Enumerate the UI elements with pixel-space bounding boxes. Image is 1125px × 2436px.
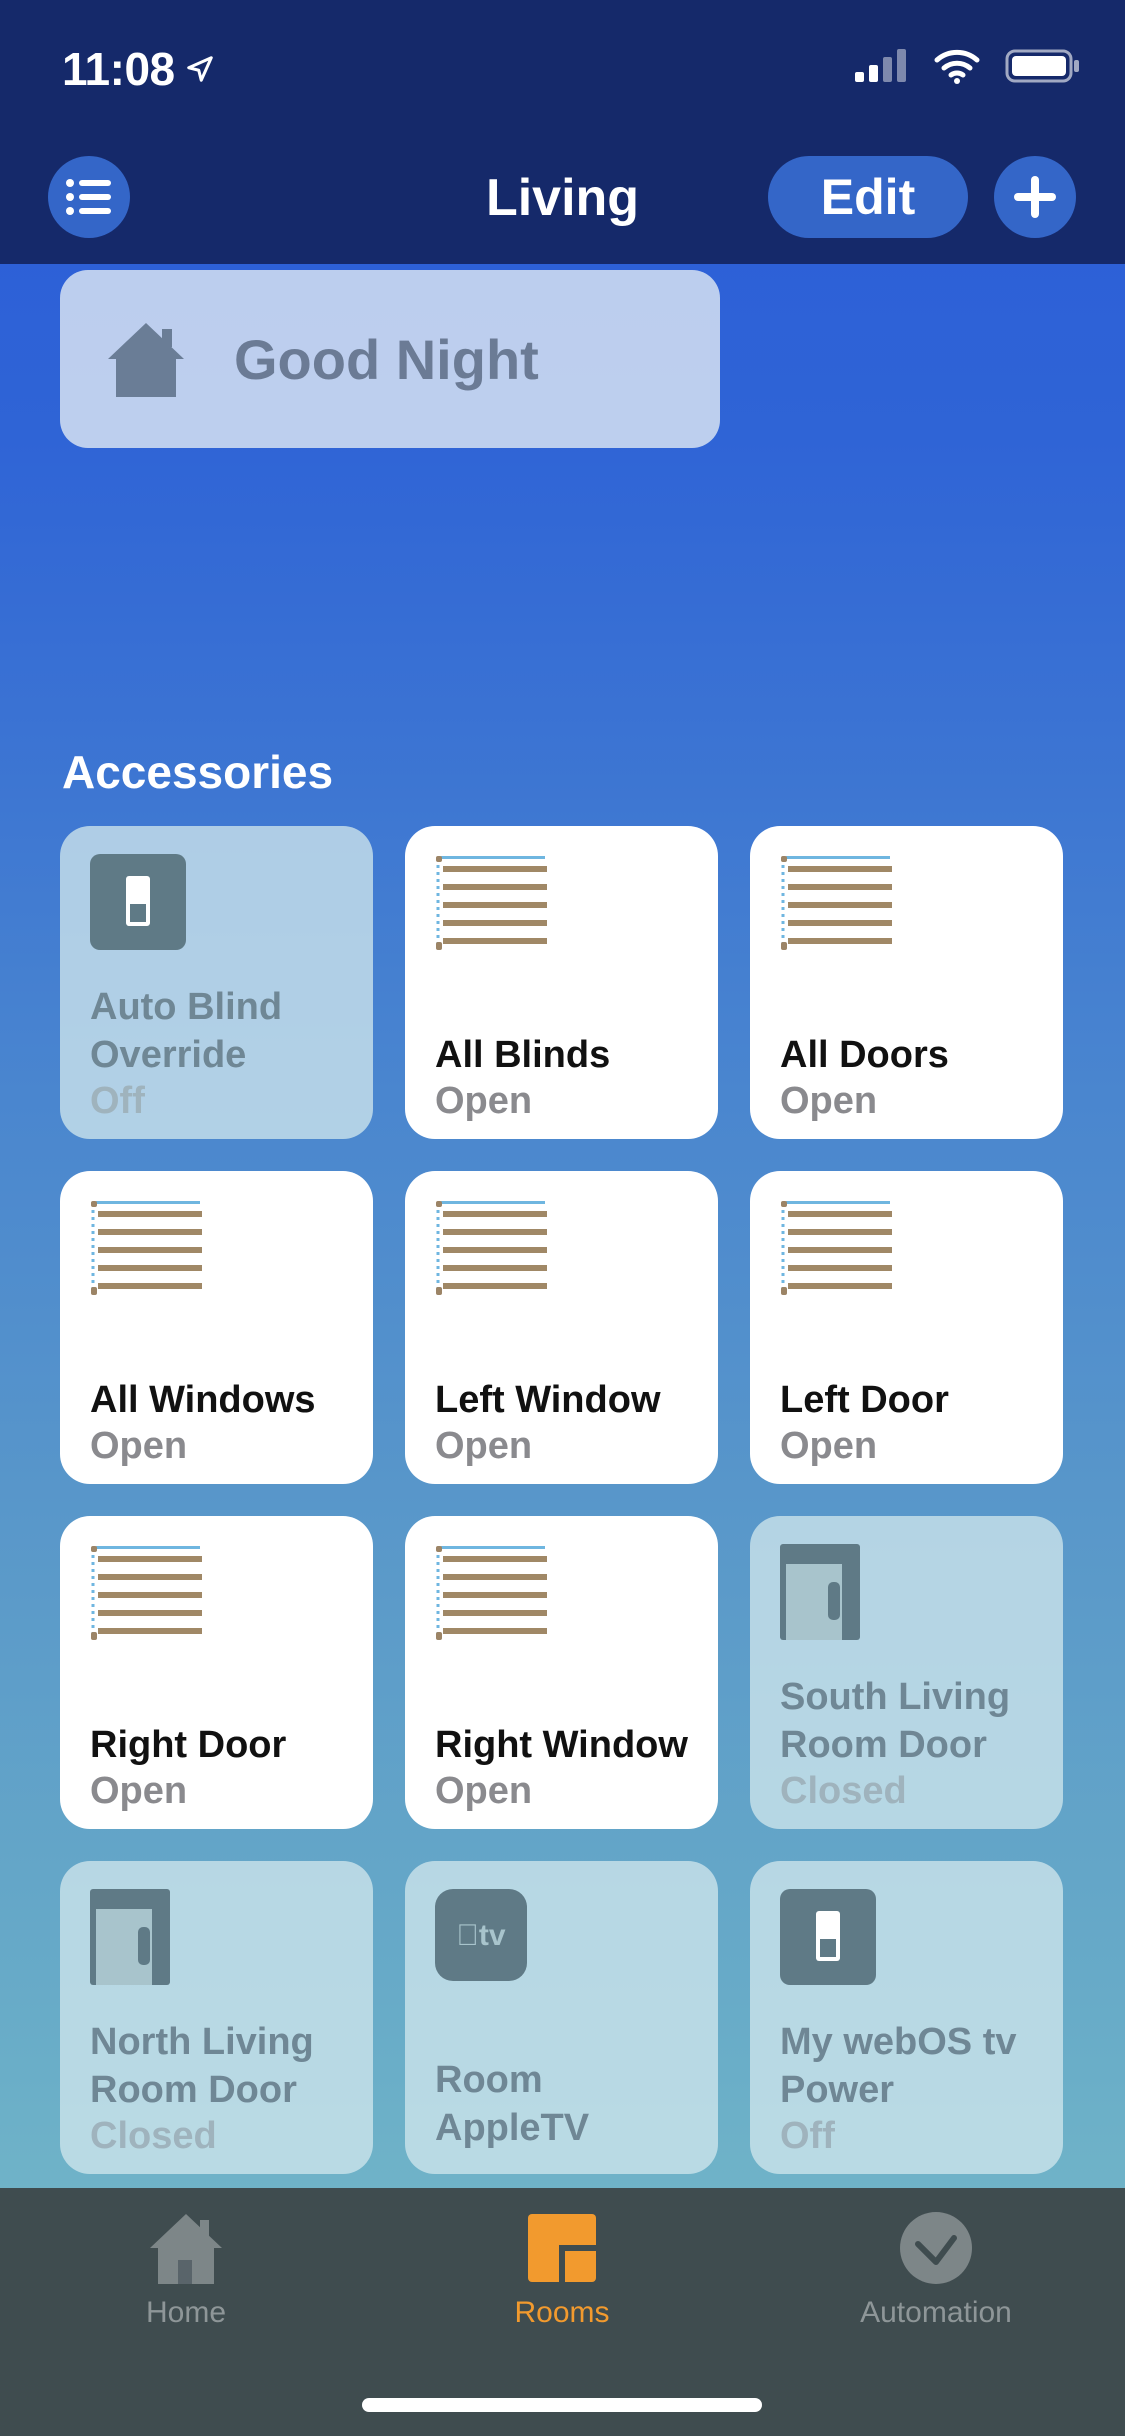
tab-automation[interactable]: Automation	[806, 2208, 1066, 2330]
accessory-tile[interactable]: South Living Room Door Closed	[750, 1516, 1063, 1829]
accessory-tile[interactable]: Auto Blind Override Off	[60, 826, 373, 1139]
accessory-tile[interactable]: All Windows Open	[60, 1171, 373, 1484]
accessory-state: Open	[780, 1080, 878, 1122]
door-icon	[780, 1544, 860, 1640]
accessory-state: Open	[435, 1080, 533, 1122]
add-button[interactable]	[994, 156, 1076, 238]
accessory-icon	[780, 1889, 876, 1990]
accessory-state: Open	[435, 1425, 533, 1467]
accessories-title: Accessories	[62, 746, 334, 798]
accessory-name: Right Window	[435, 1724, 688, 1766]
accessory-name: Right Door	[90, 1724, 287, 1766]
door-icon	[90, 1889, 170, 1985]
accessory-name: All Blinds	[435, 1034, 611, 1076]
home-indicator	[362, 2398, 762, 2412]
scene-good-night[interactable]: Good Night	[60, 270, 720, 448]
accessory-tile[interactable]: Right Window Open	[405, 1516, 718, 1829]
house-icon	[108, 323, 184, 397]
blinds-icon	[781, 856, 892, 950]
blinds-icon	[436, 1546, 547, 1640]
accessory-icon	[90, 1544, 206, 1649]
accessory-name: Left Window	[435, 1379, 661, 1421]
accessory-tile[interactable]: All Doors Open	[750, 826, 1063, 1139]
switch-icon	[780, 1889, 876, 1985]
accessory-state: Off	[90, 1080, 145, 1122]
location-arrow-icon	[186, 56, 213, 82]
accessory-icon	[780, 1199, 896, 1304]
battery-icon	[1005, 49, 1079, 83]
accessory-tile[interactable]: All Blinds Open	[405, 826, 718, 1139]
clock-check-icon	[900, 2212, 972, 2284]
nav-bar: Living Edit	[0, 150, 1125, 250]
accessory-name: My webOS tv Power	[780, 2021, 1017, 2111]
house-icon	[150, 2214, 222, 2284]
accessory-state: Open	[780, 1425, 878, 1467]
accessory-icon	[90, 854, 186, 955]
svg-text:tv: tv	[456, 1919, 505, 1952]
accessory-state: Open	[90, 1425, 188, 1467]
accessory-state: Closed	[90, 2115, 217, 2157]
switch-icon	[90, 854, 186, 950]
accessory-name: Left Door	[780, 1379, 949, 1421]
top-header: 11:08 Living Edit	[0, 0, 1125, 264]
accessory-name: South Living Room Door	[780, 1676, 1011, 1766]
accessory-icon	[780, 854, 896, 959]
blinds-icon	[781, 1201, 892, 1295]
accessory-state: Off	[780, 2115, 835, 2157]
accessory-name: North Living Room Door	[90, 2021, 314, 2111]
blinds-icon	[91, 1201, 202, 1295]
blinds-icon	[91, 1546, 202, 1640]
accessory-icon	[90, 1889, 170, 1990]
accessory-name: All Windows	[90, 1379, 316, 1421]
tab-home[interactable]: Home	[56, 2208, 316, 2330]
accessory-tile[interactable]: My webOS tv Power Off	[750, 1861, 1063, 2174]
edit-button[interactable]: Edit	[768, 156, 968, 238]
accessory-tile[interactable]: Left Window Open	[405, 1171, 718, 1484]
appletv-icon: tv	[435, 1889, 527, 1981]
tab-rooms[interactable]: Rooms	[432, 2208, 692, 2330]
rooms-icon	[528, 2214, 596, 2282]
blinds-icon	[436, 856, 547, 950]
status-icons	[853, 48, 1081, 84]
accessory-tile[interactable]: Left Door Open	[750, 1171, 1063, 1484]
accessory-state: Open	[435, 1770, 533, 1812]
accessory-icon	[780, 1544, 860, 1645]
status-time: 11:08	[62, 42, 215, 96]
accessory-tile[interactable]: North Living Room Door Closed	[60, 1861, 373, 2174]
accessory-tile[interactable]: Right Door Open	[60, 1516, 373, 1829]
signal-icon	[855, 49, 906, 82]
accessory-state: Open	[90, 1770, 188, 1812]
accessory-icon	[435, 854, 551, 959]
accessory-name: Auto Blind Override	[90, 986, 283, 1076]
accessory-state: Closed	[780, 1770, 907, 1812]
scene-label: Good Night	[234, 327, 539, 391]
accessory-tile[interactable]: tv Room AppleTV	[405, 1861, 718, 2174]
accessory-icon	[90, 1199, 206, 1304]
accessory-icon	[435, 1199, 551, 1304]
accessory-icon	[435, 1544, 551, 1649]
wifi-icon	[934, 49, 980, 84]
blinds-icon	[436, 1201, 547, 1295]
accessory-icon: tv	[435, 1889, 527, 1986]
accessory-name: All Doors	[780, 1034, 949, 1076]
plus-icon	[1014, 176, 1056, 218]
accessory-name: Room AppleTV	[435, 2059, 590, 2149]
